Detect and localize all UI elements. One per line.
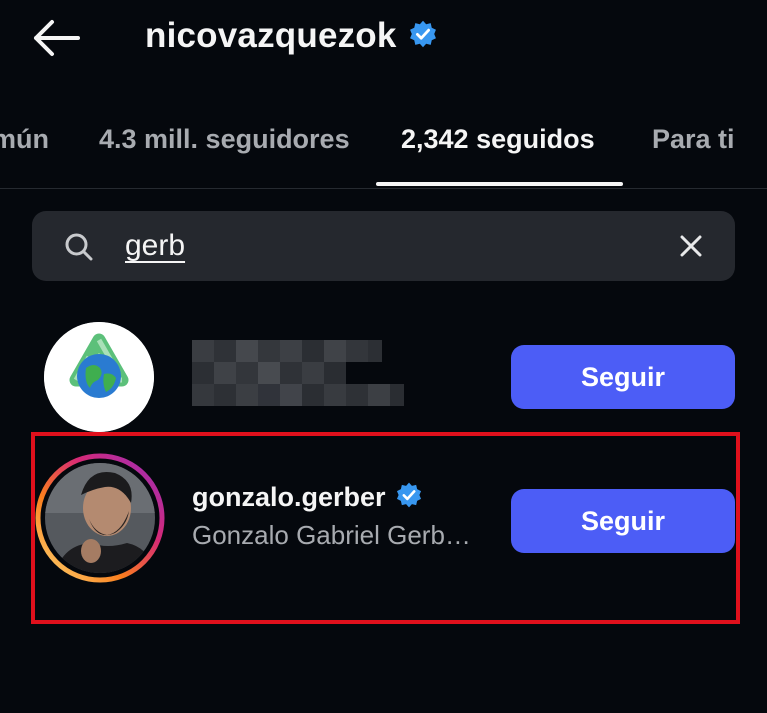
tab-following[interactable]: 2,342 seguidos bbox=[401, 124, 595, 155]
page-title: nicovazquezok bbox=[145, 16, 397, 55]
close-icon bbox=[680, 235, 702, 257]
follow-button[interactable]: Seguir bbox=[511, 345, 735, 409]
avatar-with-story-ring[interactable] bbox=[35, 453, 165, 583]
tab-for-you[interactable]: Para ti bbox=[652, 124, 735, 155]
active-tab-indicator bbox=[376, 182, 623, 186]
result-full-name: Gonzalo Gabriel Gerb… bbox=[192, 520, 471, 550]
avatar[interactable] bbox=[44, 322, 154, 432]
blurred-username bbox=[192, 340, 404, 406]
verified-badge-icon bbox=[396, 482, 422, 513]
follow-button[interactable]: Seguir bbox=[511, 489, 735, 553]
back-button[interactable] bbox=[30, 18, 82, 58]
search-input[interactable] bbox=[125, 225, 645, 267]
search-icon bbox=[64, 232, 94, 262]
profile-tabs: mún 4.3 mill. seguidores 2,342 seguidos … bbox=[0, 100, 767, 189]
profile-header: nicovazquezok bbox=[145, 14, 437, 58]
result-username[interactable]: gonzalo.gerber bbox=[192, 482, 386, 513]
tab-in-common[interactable]: mún bbox=[0, 124, 49, 155]
back-arrow-icon bbox=[34, 20, 80, 56]
result-username-row: gonzalo.gerber bbox=[192, 482, 422, 513]
verified-badge-icon bbox=[409, 20, 437, 53]
clear-search-button[interactable] bbox=[676, 231, 706, 261]
tab-followers[interactable]: 4.3 mill. seguidores bbox=[99, 124, 350, 155]
